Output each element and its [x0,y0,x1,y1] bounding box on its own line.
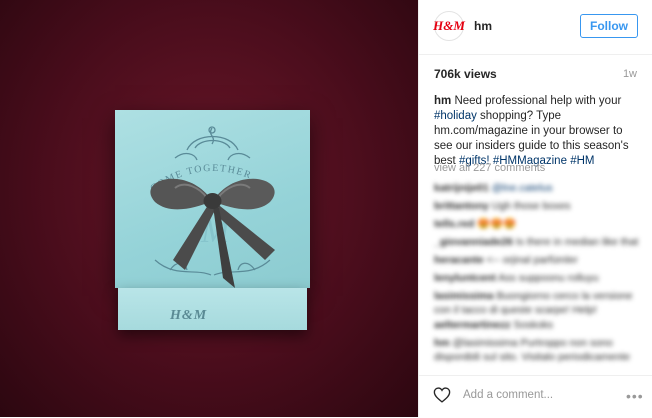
comment-username[interactable]: _giovanniade26 [434,236,513,248]
comment: katrijnije01 @lne.catelus [434,181,644,195]
post-age[interactable]: 1w [623,68,637,80]
comment-username[interactable]: aeltermartinezz [434,319,510,331]
comment-username[interactable]: katrijnije01 [434,182,489,194]
comment: hm @lasimissima Purtroppo non sono dispo… [434,336,644,366]
comment-text: Ugh those boxes [491,200,571,212]
comment: lenyluntcent Ass suppoonu rolluyu [434,271,644,285]
gift-box-decoration: COME TOGETHER M [149,126,275,288]
comment: heracante <-- orjinal parfümler [434,253,644,267]
comment-username[interactable]: brittantony [434,200,489,212]
ribbon-tails [173,202,275,288]
post-caption: hm Need professional help with your #hol… [434,94,639,169]
comment-text: <-- orjinal parfümler [486,254,578,266]
comment-username[interactable]: hm [434,337,450,349]
more-options-icon[interactable]: ••• [626,388,644,404]
comment-text: Soskoks [513,319,554,331]
views-count[interactable]: 706k views [434,67,497,81]
comment-username[interactable]: lasimissima [434,290,494,302]
bottom-flourish [154,259,271,276]
comment: _giovanniade26 Is there in median like t… [434,235,644,249]
ribbon-bow [150,178,275,210]
comment-username[interactable]: lenyluntcent [434,272,496,284]
comment-text: @lne.catelus [491,182,553,194]
gift-box: H&M COME TOGETHER M [115,110,310,330]
comment: aeltermartinezz Soskoks [434,318,644,332]
comment-username[interactable]: heracante [434,254,484,266]
instagram-post: H&M COME TOGETHER M [0,0,652,417]
comment-username[interactable]: tells.red [434,218,474,230]
hashtag-holiday[interactable]: #holiday [434,110,477,122]
hashtag-hm[interactable]: #HM [570,155,594,167]
add-comment-input[interactable] [463,389,623,401]
crest-ornament [174,126,251,161]
caption-username[interactable]: hm [434,95,451,107]
comment-text: @lasimissima Purtroppo non sono disponib… [434,337,630,366]
comment-text: Is there in median like that [515,236,639,248]
profile-avatar[interactable]: H&M [433,11,465,41]
post-side-panel: H&M hm Follow 706k views 1w hm Need prof… [418,0,652,417]
comment-text: 😍😍😍 [477,218,517,230]
comment: tells.red 😍😍😍 [434,217,644,231]
comment-footer: ••• [419,375,652,418]
post-header: H&M hm Follow [419,0,652,55]
comment-text: Ass suppoonu rolluyu [498,272,599,284]
caption-text-1: Need professional help with your [451,95,622,107]
follow-button[interactable]: Follow [580,14,638,38]
view-all-comments-link[interactable]: view all 227 comments [434,162,545,174]
profile-username[interactable]: hm [474,19,492,33]
heart-icon[interactable] [433,387,451,408]
post-photo[interactable]: H&M COME TOGETHER M [0,0,418,417]
comment: brittantony Ugh those boxes [434,199,644,213]
